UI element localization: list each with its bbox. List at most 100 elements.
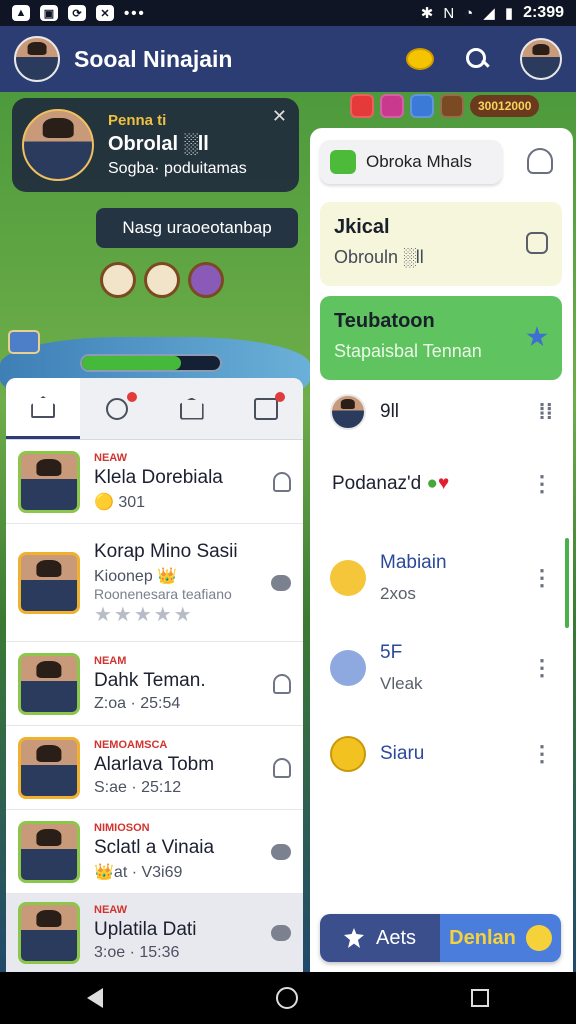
potion-icon[interactable]: [188, 262, 224, 298]
character-icon: [330, 650, 366, 686]
map-chip-icon[interactable]: [8, 330, 40, 354]
open-icon[interactable]: [526, 232, 548, 254]
search-icon[interactable]: [464, 46, 490, 72]
nfc-icon: N: [443, 4, 455, 22]
chat-row[interactable]: 9ll ⁞⁞: [310, 390, 573, 434]
notification-badge: [126, 392, 137, 402]
profile-avatar[interactable]: [520, 38, 562, 80]
bell-icon[interactable]: [273, 471, 291, 492]
friend-row[interactable]: NEAW Klela Dorebiala 🟡 301: [6, 440, 303, 524]
friend-status: 3:oe · 15:36: [94, 943, 180, 961]
chat-card[interactable]: Jkical Obrouln ░ll: [320, 202, 562, 286]
friend-status: S:ae · 25:12: [94, 778, 182, 796]
notification-icon: ▲: [12, 5, 30, 21]
gift-chip-icon[interactable]: [380, 94, 404, 118]
friend-tag: NIMIOSON: [94, 821, 150, 834]
chat-row[interactable]: Mabiain 2xos ⋮: [310, 546, 573, 610]
friend-status: 🟡 301: [94, 493, 146, 511]
chat-icon[interactable]: [271, 843, 291, 860]
friend-avatar: [18, 736, 80, 799]
friend-row[interactable]: NIMIOSON Sclatl a Vinaia 👑at · V3i69: [6, 810, 303, 894]
search-icon: [106, 397, 129, 420]
chat-panel: Obroka Mhals Jkical Obrouln ░ll Teubatoo…: [310, 128, 573, 972]
smile-icon: [525, 925, 552, 951]
chat-icon[interactable]: [271, 574, 291, 591]
heart-icon: ♥: [437, 473, 450, 494]
clock: 2:399: [523, 4, 564, 21]
coins-icon[interactable]: [406, 48, 434, 70]
more-notifications-icon: •••: [124, 4, 146, 22]
friend-row[interactable]: NEAW Uplatila Dati 3:oe · 15:36: [6, 894, 303, 972]
user-avatar[interactable]: [14, 36, 60, 82]
chat-search-label: Obroka Mhals: [366, 152, 472, 171]
friend-name: Klela Dorebiala: [94, 466, 223, 488]
friends-button[interactable]: Denlan: [440, 914, 561, 962]
friend-description: Roonenesara teafiano: [94, 586, 232, 602]
user-icon[interactable]: [527, 148, 553, 174]
chat-row-title: Siaru: [380, 743, 425, 764]
recents-icon[interactable]: [471, 989, 490, 1007]
bell-icon[interactable]: [273, 757, 291, 778]
friend-name: Dahk Teman.: [94, 669, 206, 691]
friend-status: 👑at · V3i69: [94, 863, 183, 881]
friend-status: Kioonep 👑: [94, 568, 178, 585]
friend-avatar: [18, 551, 80, 614]
gallery-icon: ▣: [40, 5, 58, 21]
chat-row-subtitle: 2xos: [380, 584, 416, 603]
friend-tag: NEAW: [94, 903, 127, 916]
game-icons: [100, 262, 224, 298]
tab-inbox[interactable]: [229, 378, 303, 439]
more-options-icon[interactable]: ⋮: [531, 473, 553, 495]
actions-label: Aets: [375, 926, 417, 949]
friend-tag: NEAW: [94, 451, 127, 464]
heart-chip-icon[interactable]: [350, 94, 374, 118]
bottom-action-bar: Aets Denlan: [320, 914, 561, 962]
back-icon[interactable]: [86, 988, 103, 1008]
bell-icon[interactable]: [273, 673, 291, 694]
star-burst-icon: [343, 928, 364, 948]
calendar-chip-icon[interactable]: [410, 94, 434, 118]
card-title: Teubatoon: [334, 310, 435, 332]
chat-row[interactable]: Podanaz'd ●♥ ⋮: [310, 462, 573, 506]
close-icon[interactable]: ✕: [272, 106, 287, 127]
grid-menu-icon[interactable]: ⁞⁞: [538, 401, 553, 423]
actions-button[interactable]: Aets: [320, 914, 440, 962]
friend-list-panel: NEAW Klela Dorebiala 🟡 301 Korap Mino Sa…: [6, 378, 303, 972]
more-options-icon[interactable]: ⋮: [531, 567, 553, 589]
app-bar: Sooal Ninajain: [0, 26, 576, 92]
friend-tag: NEMOAMSCA: [94, 738, 168, 751]
notification-badge: [275, 392, 285, 402]
game-icon: ✕: [96, 5, 114, 21]
tab-search[interactable]: [80, 378, 154, 439]
tab-home[interactable]: [6, 378, 81, 439]
character-icon[interactable]: [100, 262, 136, 298]
friend-avatar: [18, 652, 80, 715]
popup-subtitle: Sogba· poduitamas: [108, 160, 247, 177]
home-icon: [31, 396, 56, 418]
tools-chip-icon[interactable]: [440, 94, 464, 118]
chat-icon[interactable]: [271, 924, 291, 941]
more-options-icon[interactable]: ⋮: [531, 743, 553, 765]
chat-row[interactable]: Siaru ⋮: [310, 732, 573, 776]
scrollbar[interactable]: [565, 538, 569, 628]
home-circle-icon[interactable]: [275, 987, 298, 1009]
chat-card-highlighted[interactable]: Teubatoon Stapaisbal Tennan: [320, 296, 562, 380]
system-nav-bar: [0, 972, 576, 1024]
friend-row[interactable]: Korap Mino Sasii Kioonep 👑 Roonenesara t…: [6, 524, 303, 642]
mail-icon: [179, 397, 204, 420]
panda-icon[interactable]: [144, 262, 180, 298]
chat-search-button[interactable]: Obroka Mhals: [320, 140, 502, 184]
popup-name: Obrolal ░ll: [108, 133, 209, 155]
card-title: Jkical: [334, 216, 390, 238]
friend-name: Alarlava Tobm: [94, 753, 215, 775]
tab-mail[interactable]: [155, 378, 229, 439]
more-options-icon[interactable]: ⋮: [531, 657, 553, 679]
friend-row[interactable]: NEMOAMSCA Alarlava Tobm S:ae · 25:12: [6, 726, 303, 810]
friend-row[interactable]: NEAM Dahk Teman. Z:oa · 25:54: [6, 642, 303, 726]
profile-popup[interactable]: Penna ti Obrolal ░ll Sogba· poduitamas ✕: [12, 98, 299, 192]
leaf-icon: ●: [426, 473, 438, 494]
friend-avatar: [18, 901, 80, 964]
friend-tag: NEAM: [94, 654, 127, 667]
chat-row[interactable]: 5F Vleak ⋮: [310, 636, 573, 700]
chat-row-title: Mabiain: [380, 552, 447, 573]
